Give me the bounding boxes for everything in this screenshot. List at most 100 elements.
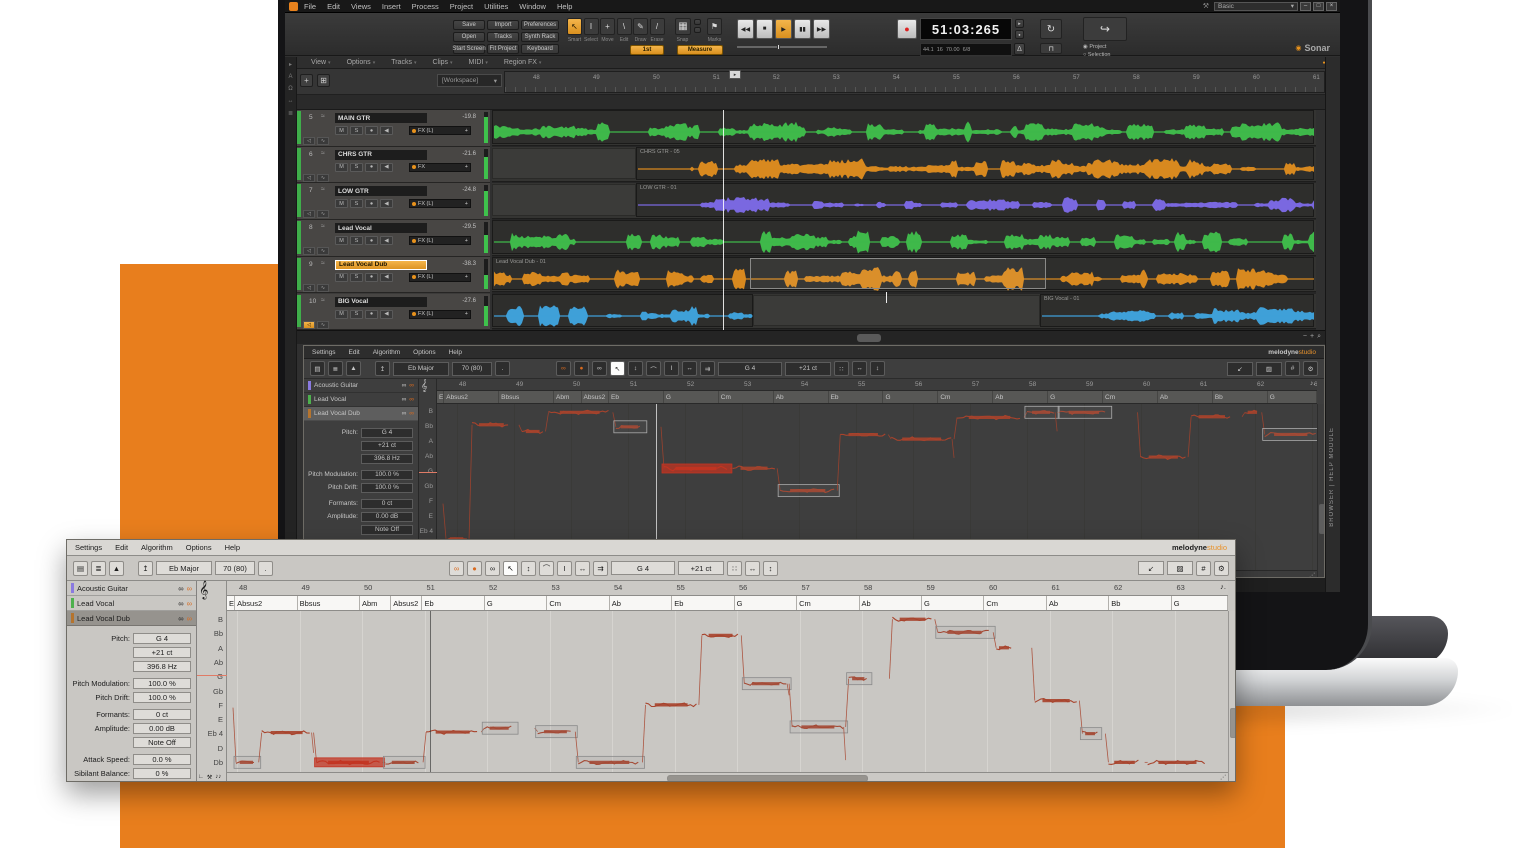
chord-cell[interactable]: Eb bbox=[829, 391, 884, 403]
chord-cell[interactable]: G bbox=[1172, 596, 1228, 610]
fx-chain-box[interactable]: FX (L)+ bbox=[409, 273, 471, 282]
settings-gear-icon[interactable]: ⚙ bbox=[1303, 361, 1318, 376]
inspector-value-field[interactable]: Note Off bbox=[133, 737, 191, 748]
chord-cell[interactable]: G bbox=[664, 391, 719, 403]
stop-button[interactable]: ■ bbox=[756, 19, 773, 39]
time-handle-tool-button[interactable]: ⇉ bbox=[700, 361, 715, 376]
zoom-in-icon[interactable]: + bbox=[1310, 333, 1314, 341]
link-icon[interactable]: ∞ bbox=[178, 584, 183, 593]
chord-cell[interactable]: Absus2 bbox=[582, 391, 610, 403]
daw-hscrollbar[interactable]: −+⌕ bbox=[297, 330, 1325, 344]
pitch-chain-icon[interactable]: ∞ bbox=[449, 561, 464, 576]
chord-cell[interactable]: G bbox=[485, 596, 547, 610]
mel-track-row[interactable]: Lead Vocal Dub∞∞ bbox=[304, 407, 418, 421]
tv-menu-tracks[interactable]: Tracks▾ bbox=[391, 59, 416, 66]
timing-tool-button[interactable]: ↔ bbox=[682, 361, 697, 376]
note-cents-field[interactable]: +21 ct bbox=[678, 561, 724, 575]
main-tool-button[interactable]: ↖ bbox=[610, 361, 625, 376]
arm-button[interactable]: ● bbox=[365, 236, 378, 245]
mini-dot-button[interactable]: ● bbox=[1015, 30, 1024, 39]
bitdepth-value[interactable]: 16 bbox=[937, 47, 943, 53]
chord-cell[interactable]: Cm bbox=[938, 391, 993, 403]
mel-menu-settings[interactable]: Settings bbox=[312, 349, 336, 356]
timeline-ruler[interactable]: 4849505152535455565758596061 bbox=[504, 71, 1325, 93]
formant-tool-button[interactable]: ⌒ bbox=[646, 361, 661, 376]
input-echo-button[interactable]: ◁ bbox=[303, 321, 315, 329]
inspector-value-field[interactable]: 100.0 % bbox=[133, 692, 191, 703]
settings-gear-icon[interactable]: ⚙ bbox=[1214, 561, 1229, 576]
fit-project-button[interactable]: Fit Project bbox=[487, 44, 519, 54]
link-icon[interactable]: ∞ bbox=[402, 410, 407, 417]
chord-cell[interactable]: Bbsus bbox=[499, 391, 554, 403]
play-button[interactable]: ▶ bbox=[775, 19, 792, 39]
chord-cell[interactable]: Abm bbox=[554, 391, 582, 403]
mel-vscroll-handle[interactable] bbox=[1230, 708, 1236, 738]
link-active-icon[interactable]: ∞ bbox=[409, 382, 414, 389]
note-cents-field[interactable]: +21 ct bbox=[785, 362, 831, 376]
input-echo-button[interactable]: ◁ bbox=[303, 174, 315, 182]
dock-5-icon[interactable]: ≣ bbox=[288, 110, 293, 117]
automation-button[interactable]: ∿ bbox=[317, 247, 329, 255]
mel-menu-help[interactable]: Help bbox=[449, 349, 462, 356]
tracks-button[interactable]: Tracks bbox=[487, 32, 519, 42]
loop-button[interactable]: ↻ bbox=[1040, 19, 1062, 39]
audio-clip[interactable] bbox=[492, 294, 753, 328]
track-row[interactable]: 5≈MAIN GTR-19.8MS●◀FX (L)+◁∿ bbox=[297, 110, 490, 147]
fx-add-icon[interactable]: + bbox=[465, 201, 468, 207]
echo-button[interactable]: ◀ bbox=[380, 236, 393, 245]
view-lines-icon[interactable]: ≣ bbox=[328, 361, 343, 376]
wrench-icon[interactable]: ⚒ bbox=[1203, 2, 1209, 10]
zoom-out-icon[interactable]: − bbox=[1303, 333, 1307, 341]
app-menu-utilities[interactable]: Utilities bbox=[484, 2, 508, 11]
audio-clip[interactable]: BIG Vocal - 01 bbox=[1040, 294, 1314, 328]
tv-menu-view[interactable]: View▾ bbox=[311, 59, 331, 66]
move-tool-button[interactable]: + bbox=[600, 18, 615, 35]
audio-clip[interactable]: CHRS GTR - 05 bbox=[636, 147, 1314, 181]
mute-button[interactable]: M bbox=[335, 236, 348, 245]
mel-menu-edit[interactable]: Edit bbox=[115, 543, 128, 552]
mel-track-row[interactable]: Lead Vocal Dub∞∞ bbox=[67, 611, 196, 626]
automation-button[interactable]: ∿ bbox=[317, 321, 329, 329]
chord-cell[interactable]: E bbox=[227, 596, 235, 610]
snap-toggle-1[interactable] bbox=[694, 19, 701, 25]
select-tool-button[interactable]: I bbox=[584, 18, 599, 35]
amplitude-tool-button[interactable]: I bbox=[557, 561, 572, 576]
preset-dropdown[interactable]: Basic▾ bbox=[1214, 2, 1298, 11]
mel-hscroll-handle[interactable] bbox=[667, 775, 867, 782]
fx-power-icon[interactable] bbox=[412, 202, 416, 206]
daw-hscroll-handle[interactable] bbox=[857, 334, 881, 342]
chord-cell[interactable]: Abm bbox=[360, 596, 391, 610]
fx-add-icon[interactable]: + bbox=[465, 238, 468, 244]
save-button[interactable]: Save bbox=[453, 20, 485, 30]
marks-icon[interactable]: ⚑ bbox=[707, 18, 722, 35]
track-gain-value[interactable]: -24.8 bbox=[462, 187, 476, 193]
track-name[interactable]: Lead Vocal Dub bbox=[335, 260, 427, 270]
input-echo-button[interactable]: ◁ bbox=[303, 284, 315, 292]
chord-cell[interactable]: Ab bbox=[610, 596, 672, 610]
metronome-icon[interactable]: Δ bbox=[1014, 43, 1025, 55]
app-menu-help[interactable]: Help bbox=[557, 2, 572, 11]
chord-cell[interactable]: Cm bbox=[719, 391, 774, 403]
solo-button[interactable]: S bbox=[350, 310, 363, 319]
wrench-icon[interactable]: ⚒ bbox=[207, 774, 212, 781]
arm-button[interactable]: ● bbox=[365, 273, 378, 282]
dock-2-icon[interactable]: A bbox=[288, 74, 292, 80]
mel-track-row[interactable]: Acoustic Guitar∞∞ bbox=[304, 379, 418, 393]
playhead-marker[interactable]: ▸ bbox=[729, 70, 741, 79]
synth-rack-button[interactable]: Synth Rack bbox=[521, 32, 559, 42]
pitch-tool-button[interactable]: ↕ bbox=[628, 361, 643, 376]
mel-track-row[interactable]: Acoustic Guitar∞∞ bbox=[67, 581, 196, 596]
transport-slider-handle[interactable] bbox=[777, 44, 780, 50]
draw-tool-button[interactable]: ✎ bbox=[633, 18, 648, 35]
fx-add-icon[interactable]: + bbox=[465, 274, 468, 280]
inspector-value-field[interactable]: G 4 bbox=[361, 428, 413, 438]
pitch-chain-icon[interactable]: ∞ bbox=[556, 361, 571, 376]
link-icon[interactable]: ∞ bbox=[402, 382, 407, 389]
echo-button[interactable]: ◀ bbox=[380, 273, 393, 282]
chord-cell[interactable]: G bbox=[883, 391, 938, 403]
key-selector[interactable]: Eb Major bbox=[156, 561, 212, 575]
fx-add-icon[interactable]: + bbox=[465, 128, 468, 134]
solo-button[interactable]: S bbox=[350, 273, 363, 282]
link-active-icon[interactable]: ∞ bbox=[409, 396, 414, 403]
mel-menu-help[interactable]: Help bbox=[225, 543, 240, 552]
